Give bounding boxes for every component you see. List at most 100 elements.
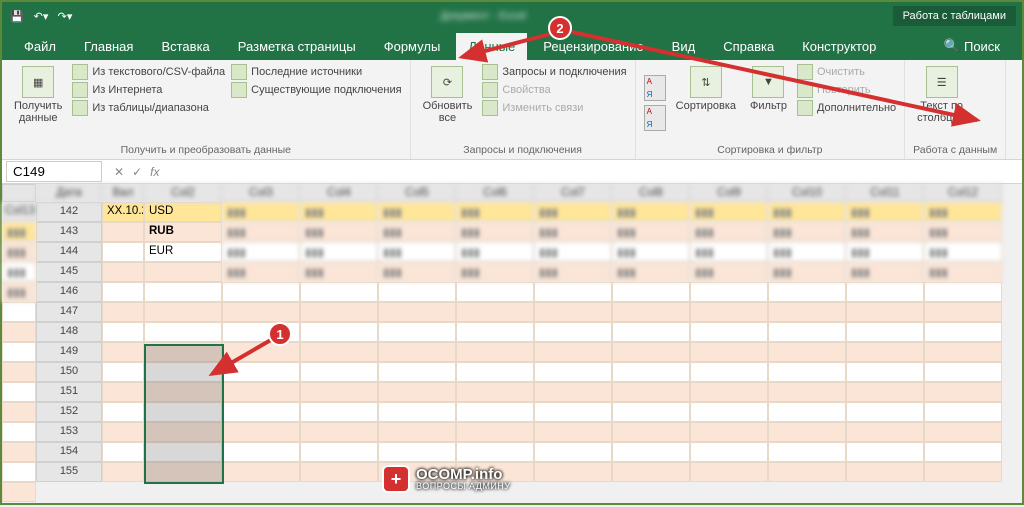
cell[interactable]: ▮▮▮ bbox=[534, 202, 612, 222]
cell[interactable] bbox=[144, 322, 222, 342]
cell[interactable] bbox=[612, 282, 690, 302]
cell[interactable] bbox=[378, 322, 456, 342]
cell[interactable] bbox=[102, 362, 144, 382]
tab-formulas[interactable]: Формулы bbox=[372, 33, 453, 60]
cell[interactable] bbox=[690, 302, 768, 322]
redo-icon[interactable]: ↷▾ bbox=[56, 7, 74, 25]
cell[interactable] bbox=[924, 382, 1002, 402]
cell[interactable] bbox=[2, 322, 36, 342]
cell[interactable] bbox=[534, 422, 612, 442]
cell[interactable] bbox=[846, 422, 924, 442]
tab-help[interactable]: Справка bbox=[711, 33, 786, 60]
cell[interactable]: ▮▮▮ bbox=[2, 262, 36, 282]
cell[interactable] bbox=[768, 302, 846, 322]
text-to-columns-button[interactable]: ☰ Текст по столбцам bbox=[913, 64, 970, 142]
cell[interactable] bbox=[222, 342, 300, 362]
cell[interactable] bbox=[2, 442, 36, 462]
cell[interactable] bbox=[768, 462, 846, 482]
cell[interactable] bbox=[924, 362, 1002, 382]
cell[interactable]: ▮▮▮ bbox=[222, 262, 300, 282]
cell[interactable] bbox=[102, 302, 144, 322]
column-header[interactable]: Col11 bbox=[846, 184, 924, 202]
cell[interactable] bbox=[768, 282, 846, 302]
cell[interactable] bbox=[144, 282, 222, 302]
cell[interactable]: ▮▮▮ bbox=[612, 262, 690, 282]
cell[interactable] bbox=[534, 402, 612, 422]
cell[interactable] bbox=[924, 442, 1002, 462]
cell[interactable] bbox=[690, 322, 768, 342]
cell[interactable] bbox=[222, 382, 300, 402]
cell[interactable] bbox=[456, 282, 534, 302]
cell[interactable] bbox=[534, 362, 612, 382]
cell[interactable] bbox=[456, 302, 534, 322]
cell[interactable] bbox=[612, 322, 690, 342]
cell[interactable] bbox=[222, 422, 300, 442]
fx-icon[interactable]: fx bbox=[150, 165, 159, 179]
column-header[interactable]: Col4 bbox=[300, 184, 378, 202]
cell[interactable] bbox=[846, 362, 924, 382]
column-header[interactable]: Col12 bbox=[924, 184, 1002, 202]
cell[interactable]: RUB bbox=[144, 222, 222, 242]
filter-button[interactable]: ▼ Фильтр bbox=[746, 64, 791, 142]
enter-icon[interactable]: ✓ bbox=[132, 165, 142, 179]
cell[interactable]: ▮▮▮ bbox=[846, 262, 924, 282]
cell[interactable]: ▮▮▮ bbox=[456, 242, 534, 262]
cell[interactable] bbox=[690, 462, 768, 482]
cell[interactable]: ▮▮▮ bbox=[846, 242, 924, 262]
cell[interactable]: ▮▮▮ bbox=[2, 222, 36, 242]
cell[interactable] bbox=[456, 422, 534, 442]
cell[interactable] bbox=[222, 402, 300, 422]
column-header[interactable]: Col6 bbox=[456, 184, 534, 202]
from-csv-button[interactable]: Из текстового/CSV-файла bbox=[72, 64, 225, 80]
row-header[interactable]: 152 bbox=[36, 402, 102, 422]
cell[interactable] bbox=[924, 462, 1002, 482]
cell[interactable] bbox=[846, 402, 924, 422]
cell[interactable] bbox=[102, 442, 144, 462]
advanced-filter-button[interactable]: Дополнительно bbox=[797, 100, 896, 116]
cell[interactable]: ▮▮▮ bbox=[768, 242, 846, 262]
cell[interactable]: ▮▮▮ bbox=[378, 262, 456, 282]
cell[interactable] bbox=[2, 382, 36, 402]
column-header[interactable]: Дата bbox=[36, 184, 102, 202]
tab-design[interactable]: Конструктор bbox=[790, 33, 888, 60]
cell[interactable]: ▮▮▮ bbox=[456, 262, 534, 282]
cell[interactable] bbox=[534, 342, 612, 362]
cell[interactable] bbox=[222, 282, 300, 302]
cell[interactable] bbox=[378, 362, 456, 382]
cell[interactable]: ▮▮▮ bbox=[846, 222, 924, 242]
save-icon[interactable]: 💾 bbox=[8, 7, 26, 25]
cell[interactable] bbox=[2, 362, 36, 382]
cell[interactable] bbox=[768, 382, 846, 402]
cell[interactable]: EUR bbox=[144, 242, 222, 262]
cell[interactable] bbox=[102, 402, 144, 422]
cell[interactable]: ▮▮▮ bbox=[690, 242, 768, 262]
cell[interactable]: ▮▮▮ bbox=[300, 222, 378, 242]
row-header[interactable]: 142 bbox=[36, 202, 102, 222]
cell[interactable]: ▮▮▮ bbox=[2, 282, 36, 302]
tab-view[interactable]: Вид bbox=[660, 33, 708, 60]
cell[interactable] bbox=[102, 222, 144, 242]
cell[interactable] bbox=[222, 302, 300, 322]
cell[interactable] bbox=[300, 342, 378, 362]
cell[interactable] bbox=[300, 422, 378, 442]
cell[interactable] bbox=[2, 482, 36, 502]
cell[interactable] bbox=[2, 302, 36, 322]
flash-fill-icon[interactable] bbox=[976, 74, 994, 92]
cell[interactable] bbox=[924, 322, 1002, 342]
row-header[interactable]: 147 bbox=[36, 302, 102, 322]
cell[interactable]: ▮▮▮ bbox=[612, 242, 690, 262]
cell[interactable]: ▮▮▮ bbox=[534, 262, 612, 282]
cell[interactable]: ▮▮▮ bbox=[534, 242, 612, 262]
cell[interactable] bbox=[144, 302, 222, 322]
cell[interactable] bbox=[612, 442, 690, 462]
cell[interactable] bbox=[612, 302, 690, 322]
cell[interactable] bbox=[534, 322, 612, 342]
cell[interactable] bbox=[768, 422, 846, 442]
cell[interactable] bbox=[2, 462, 36, 482]
cell[interactable] bbox=[102, 342, 144, 362]
get-data-button[interactable]: ▦ Получить данные bbox=[10, 64, 66, 142]
row-header[interactable]: 149 bbox=[36, 342, 102, 362]
cell[interactable]: ▮▮▮ bbox=[690, 262, 768, 282]
cell[interactable]: ▮▮▮ bbox=[846, 202, 924, 222]
column-header[interactable]: Col2 bbox=[144, 184, 222, 202]
